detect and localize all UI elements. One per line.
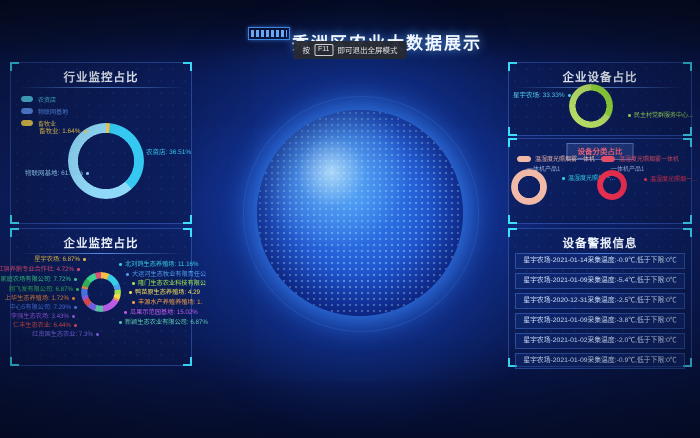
panel-device-classification: 设备分类占比 温湿度光照烟雾一体机 一体机产品1 温湿度光照烟一... 温湿度光… (508, 138, 692, 224)
panel-device-alarms: 设备警报信息 星宇农场-2021-01-14采集温度:-0.9℃,低于下限:0℃… (508, 228, 692, 367)
alarm-list: 星宇农场-2021-01-14采集温度:-0.9℃,低于下限:0℃ 星宇农场-2… (515, 253, 685, 373)
legend-label[interactable]: 温湿度光照烟雾一体机 (535, 154, 595, 163)
dashboard: 秀洲区农业大数据展示 按 F11 即可退出全屏模式 行业监控占比 农资店 物联网… (0, 0, 700, 438)
slice-label: 星宇农场: 6.87% (34, 254, 89, 263)
slice-label: 温湿度光照烟一... (641, 174, 697, 183)
globe-visualization[interactable] (257, 110, 463, 316)
legend-item[interactable]: 农资店 (21, 93, 68, 105)
slice-label: 丰源水产养殖养殖场: 1. (129, 297, 202, 306)
classification-donut-left[interactable] (511, 169, 547, 205)
slice-label: 北刘鸽生态养殖场: 11.16% (116, 259, 198, 268)
alarm-row: 星宇农场-2021-01-09采集温度:-3.8℃,低于下限:0℃ (515, 313, 685, 329)
legend-swatch (21, 120, 33, 126)
slice-label: 农资店: 36.51% (137, 146, 191, 156)
slice-label: 李强生态农场: 3.43% (11, 311, 78, 320)
legend-label: 物联网基地 (38, 107, 68, 116)
slice-label: 家庭农场有限公司: 7.72% (1, 274, 80, 283)
slice-label: 红南国生态农业: 7.3% (32, 329, 102, 338)
alarm-row: 星宇农场-2021-01-14采集温度:-0.9℃,低于下限:0℃ (515, 253, 685, 269)
slice-label: 红旗养鹅专业合作社: 4.72% (0, 264, 83, 273)
slice-label: 星宇农场: 33.33% (513, 89, 574, 99)
f11-key-badge: F11 (314, 44, 334, 56)
device-donut-chart[interactable] (569, 84, 613, 128)
alarm-row: 星宇农场-2020-12-31采集温度:-2.5℃,低于下限:0℃ (515, 293, 685, 309)
panel-enterprise-ratio: 企业监控占比 星宇农场: 6.87% 红旗养鹅专业合作社: 4.72% 家庭农场… (10, 228, 192, 366)
panel-title: 设备警报信息 (509, 235, 691, 251)
alarm-row: 星宇农场-2021-01-09采集温度:-5.4℃,低于下限:0℃ (515, 273, 685, 289)
toast-prefix: 按 (302, 45, 310, 56)
panel-title: 行业监控占比 (11, 69, 191, 85)
toast-suffix: 即可退出全屏模式 (338, 45, 398, 56)
slice-label: 民主村党群服务中心... (625, 110, 693, 119)
panel-device-ratio: 企业设备占比 星宇农场: 33.33% 民主村党群服务中心... (508, 62, 692, 136)
slice-label: 畜牧业: 1.64% (39, 125, 90, 135)
enterprise-donut-chart[interactable] (81, 272, 121, 312)
brand-logo (248, 27, 290, 40)
slice-label: 鸭苗原生态养殖场: 4.29 (126, 287, 200, 296)
alarm-row: 星宇农场-2021-01-02采集温度:-2.0℃,低于下限:0℃ (515, 333, 685, 349)
slice-label: 翔飞发有限公司: 6.87% (9, 284, 82, 293)
panel-title: 企业设备占比 (509, 69, 691, 85)
title-divider (18, 87, 184, 88)
legend-swatch (517, 156, 531, 162)
legend-label: 农资店 (38, 95, 56, 104)
slice-label: 中心5有限公司: 7.29% (9, 302, 80, 311)
slice-label: 大运河生态牧业有限责任公 (123, 269, 206, 278)
legend-swatch (601, 156, 615, 162)
classification-donut-right[interactable] (597, 170, 627, 200)
fullscreen-toast: 按 F11 即可退出全屏模式 (293, 41, 406, 59)
legend-swatch (21, 96, 33, 102)
industry-legend: 农资店 物联网基地 畜牧业 (21, 93, 68, 129)
alarm-row: 星宇农场-2021-01-09采集温度:-0.9℃,低于下限:0℃ (515, 353, 685, 369)
legend-item[interactable]: 物联网基地 (21, 105, 68, 117)
slice-label: 仁丰生态农业: 6.44% (13, 320, 80, 329)
slice-label: 瓜果示范园基地: 15.02% (121, 307, 198, 316)
legend-label[interactable]: 温湿度光照烟雾一体机 (619, 154, 679, 163)
slice-label: 隆门生态农业科技有限公 (129, 278, 206, 287)
legend-swatch (21, 108, 33, 114)
slice-label: 新颖生态农业有限公司: 6.87% (116, 317, 208, 326)
slice-label: 物联网基地: 61.85% (25, 167, 92, 177)
panel-industry-ratio: 行业监控占比 农资店 物联网基地 畜牧业 畜牧业: 1.64% 农资店: 36.… (10, 62, 192, 224)
slice-label: 上华生态养殖场: 1.72% (5, 293, 78, 302)
panel-title: 企业监控占比 (11, 235, 191, 251)
